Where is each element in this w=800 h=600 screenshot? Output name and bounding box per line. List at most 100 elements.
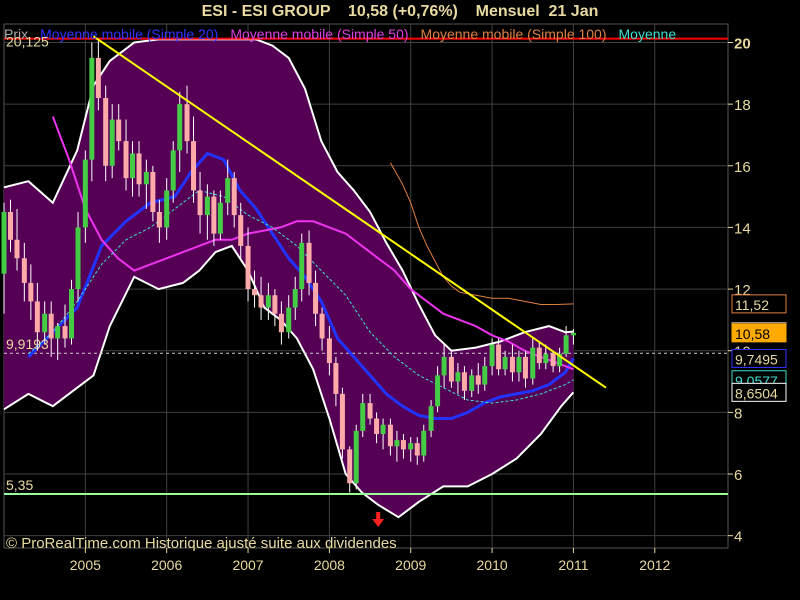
- candle-body: [461, 372, 467, 391]
- candle-body: [123, 141, 129, 179]
- candle-body: [489, 344, 495, 367]
- candle-body: [136, 153, 142, 185]
- y-tick-label: 4: [734, 529, 742, 546]
- candle: [563, 326, 569, 357]
- candle-body: [28, 282, 34, 302]
- candle-body: [394, 440, 400, 447]
- candle-body: [502, 356, 508, 370]
- candle-body: [435, 375, 441, 407]
- value-tag-label: 9,7495: [735, 351, 778, 367]
- candle-body: [360, 403, 366, 431]
- x-tick-label: 2009: [395, 557, 426, 573]
- candle-body: [313, 282, 319, 314]
- candle-body: [339, 393, 345, 450]
- x-tick-label: 2012: [639, 557, 670, 573]
- candle-body: [536, 347, 542, 364]
- candle-body: [150, 171, 156, 213]
- x-tick-label: 2011: [558, 557, 588, 573]
- candle-body: [380, 424, 386, 434]
- candle-body: [238, 215, 244, 246]
- x-tick-label: 2006: [151, 557, 182, 573]
- candle-body: [421, 430, 427, 456]
- moving-average-line: [389, 162, 574, 305]
- candle-body: [448, 356, 454, 382]
- value-tag-label: 8,6504: [735, 385, 778, 401]
- candle-body: [42, 313, 48, 333]
- candle-body: [204, 196, 210, 216]
- candle-body: [509, 356, 515, 373]
- candle-body: [333, 363, 339, 394]
- candle-body: [482, 366, 488, 385]
- support-label: 5,35: [6, 477, 33, 493]
- copyright-text: © ProRealTime.com Historique ajusté suit…: [6, 535, 397, 552]
- candle-body: [428, 406, 434, 431]
- candle-body: [116, 119, 122, 142]
- candle-body: [306, 242, 312, 283]
- value-tag: 10,58: [731, 323, 787, 343]
- value-tag: 9,7495: [731, 348, 787, 368]
- candle-body: [563, 335, 569, 354]
- candle-body: [156, 212, 162, 228]
- candle-body: [367, 403, 373, 419]
- candle-body: [14, 239, 20, 259]
- value-tag: 8,6504: [731, 382, 787, 402]
- candle-body: [109, 119, 115, 166]
- candle-body: [225, 178, 231, 203]
- candle-body: [231, 178, 237, 216]
- candle-body: [258, 295, 264, 308]
- candle-body: [8, 212, 14, 240]
- arrow-shaft: [376, 512, 381, 520]
- candle-body: [570, 332, 576, 336]
- candle-body: [184, 104, 190, 142]
- y-tick-label: 6: [734, 467, 742, 484]
- candle: [339, 387, 345, 459]
- candle-body: [353, 430, 359, 484]
- candle-body: [272, 295, 278, 314]
- candle-body: [496, 344, 502, 370]
- candle-body: [374, 418, 380, 434]
- candle-body: [516, 356, 522, 373]
- candle-body: [55, 326, 61, 339]
- candle-body: [475, 375, 481, 385]
- y-tick-label: 18: [734, 97, 751, 114]
- candle-body: [469, 375, 475, 391]
- candle-body: [211, 196, 217, 234]
- candle-body: [95, 57, 101, 98]
- y-tick-label: 14: [734, 220, 751, 237]
- y-tick-label: 8: [734, 405, 742, 422]
- candle-body: [550, 353, 556, 367]
- candle-body: [252, 289, 258, 296]
- candle: [353, 424, 359, 490]
- candle-body: [130, 153, 136, 179]
- candle-body: [319, 313, 325, 339]
- candle-body: [75, 227, 81, 290]
- x-tick-label: 2008: [314, 557, 345, 573]
- candle-body: [387, 424, 393, 447]
- y-tick-label: 20: [734, 35, 751, 52]
- legend-item: Moyenne mobile (Simple 100): [421, 26, 607, 42]
- candle-body: [543, 353, 549, 364]
- candle-body: [299, 242, 305, 290]
- x-tick-label: 2010: [477, 557, 508, 573]
- reference-label: 9,9193: [6, 336, 49, 352]
- y-axis: 468101214161820: [728, 35, 751, 546]
- x-tick-label: 2005: [70, 557, 101, 573]
- legend: Prix Moyenne mobile (Simple 20) Moyenne mo…: [4, 26, 676, 42]
- candle-body: [170, 150, 176, 191]
- candle-body: [82, 159, 88, 228]
- resistance-label: 20,125: [6, 34, 49, 50]
- candle-body: [177, 104, 183, 151]
- candle-body: [414, 443, 420, 456]
- candle-body: [103, 97, 109, 166]
- legend-item: Moyenne mobile (Simple 50): [230, 26, 408, 42]
- candle-body: [89, 57, 95, 160]
- candle-body: [530, 347, 536, 379]
- stock-chart: 468101214161820 200520062007200820092010…: [1, 23, 787, 573]
- candle: [69, 279, 75, 345]
- y-tick-label: 16: [734, 159, 751, 176]
- value-tag-label: 11,52: [735, 297, 769, 313]
- arrow-head: [372, 519, 385, 527]
- candle-body: [408, 443, 414, 450]
- candle-body: [191, 141, 197, 191]
- value-tag-label: 10,58: [735, 326, 770, 342]
